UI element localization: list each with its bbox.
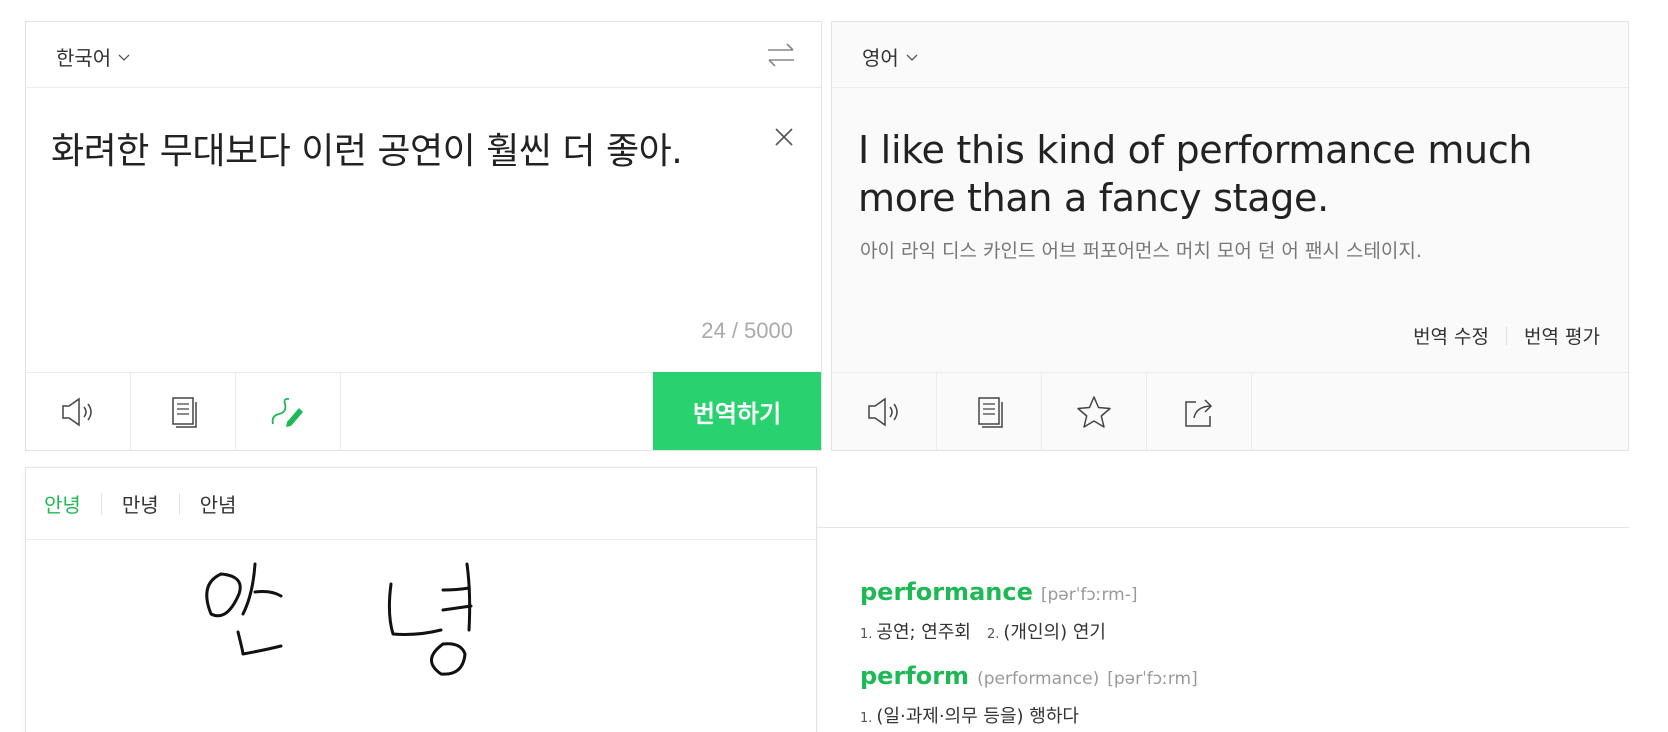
speaker-icon — [868, 397, 898, 426]
copy-icon — [978, 396, 1003, 428]
meaning-number: 1. — [860, 627, 873, 642]
source-copy-button[interactable] — [131, 373, 236, 450]
dictionary-entry-head: perform (performance) [pərˈfɔːrm] — [860, 662, 1580, 690]
target-panel: 영어 I like this kind of performance much … — [831, 21, 1629, 451]
dictionary-word[interactable]: perform — [860, 662, 969, 690]
dictionary-entry: perform (performance) [pərˈfɔːrm] 1. (일·과… — [860, 662, 1580, 728]
dictionary-word[interactable]: performance — [860, 578, 1033, 606]
target-toolbar — [832, 372, 1628, 450]
meaning-text: 공연; 연주회 — [876, 622, 971, 643]
copy-icon — [172, 396, 197, 428]
dictionary-meanings: 1. (일·과제·의무 등을) 행하다 — [860, 702, 1580, 728]
star-icon — [1077, 395, 1111, 428]
target-language-label: 영어 — [862, 46, 899, 70]
chevron-down-icon — [118, 54, 130, 61]
share-button[interactable] — [1147, 373, 1252, 450]
close-icon[interactable] — [773, 126, 795, 148]
dictionary-entry-head: performance [pərˈfɔːrm-] — [860, 578, 1580, 606]
section-divider — [817, 527, 1629, 528]
character-count: 24 / 5000 — [701, 318, 793, 343]
target-language-select[interactable]: 영어 — [862, 42, 919, 71]
meaning-number: 1. — [860, 711, 873, 726]
favorite-button[interactable] — [1042, 373, 1147, 450]
handwriting-candidates: 안녕 만녕 안념 — [26, 468, 816, 540]
meaning-number: 2. — [987, 627, 1000, 642]
share-icon — [1185, 398, 1213, 427]
candidate-3[interactable]: 안념 — [180, 489, 257, 518]
handwriting-panel: 안녕 만녕 안념 — [25, 467, 817, 732]
source-listen-button[interactable] — [26, 373, 131, 450]
handwriting-canvas[interactable] — [181, 554, 521, 694]
target-copy-button[interactable] — [937, 373, 1042, 450]
edit-translation-link[interactable]: 번역 수정 — [1413, 322, 1489, 349]
handwriting-button[interactable] — [236, 373, 341, 450]
feedback-divider — [1506, 326, 1508, 345]
translate-button[interactable]: 번역하기 — [653, 372, 821, 450]
target-language-bar: 영어 — [832, 22, 1628, 88]
pronunciation-text: 아이 라익 디스 카인드 어브 퍼포어먼스 머치 모어 던 어 팬시 스테이지. — [860, 240, 1422, 262]
source-language-label: 한국어 — [56, 46, 112, 70]
swap-languages-icon[interactable] — [765, 40, 797, 70]
source-panel: 한국어 화려한 무대보다 이런 공연이 훨씬 더 좋아. 24 / 5000 번… — [25, 21, 822, 451]
translation-feedback: 번역 수정 번역 평가 — [1413, 322, 1600, 349]
translated-text: I like this kind of performance much mor… — [858, 128, 1533, 220]
candidate-2[interactable]: 만녕 — [102, 489, 179, 518]
rate-translation-link[interactable]: 번역 평가 — [1524, 322, 1600, 349]
source-language-select[interactable]: 한국어 — [56, 42, 131, 71]
meaning-text: (일·과제·의무 등을) 행하다 — [876, 706, 1079, 727]
word-form: (performance) — [977, 669, 1100, 689]
phonetic: [pərˈfɔːrm] — [1107, 669, 1198, 689]
phonetic: [pərˈfɔːrm-] — [1040, 585, 1138, 605]
dictionary-meanings: 1. 공연; 연주회 2. (개인의) 연기 — [860, 618, 1580, 644]
speaker-icon — [62, 397, 92, 426]
chevron-down-icon — [906, 54, 918, 61]
meaning-text: (개인의) 연기 — [1003, 622, 1106, 643]
target-listen-button[interactable] — [832, 373, 937, 450]
source-language-bar: 한국어 — [26, 22, 821, 88]
source-text-input[interactable]: 화려한 무대보다 이런 공연이 훨씬 더 좋아. — [51, 122, 683, 174]
handwriting-icon — [271, 397, 303, 427]
dictionary-entry: performance [pərˈfɔːrm-] 1. 공연; 연주회 2. (개인의… — [860, 578, 1580, 644]
candidate-1[interactable]: 안녕 — [44, 489, 101, 518]
dictionary-results: performance [pərˈfɔːrm-] 1. 공연; 연주회 2. (개인의… — [860, 578, 1580, 732]
